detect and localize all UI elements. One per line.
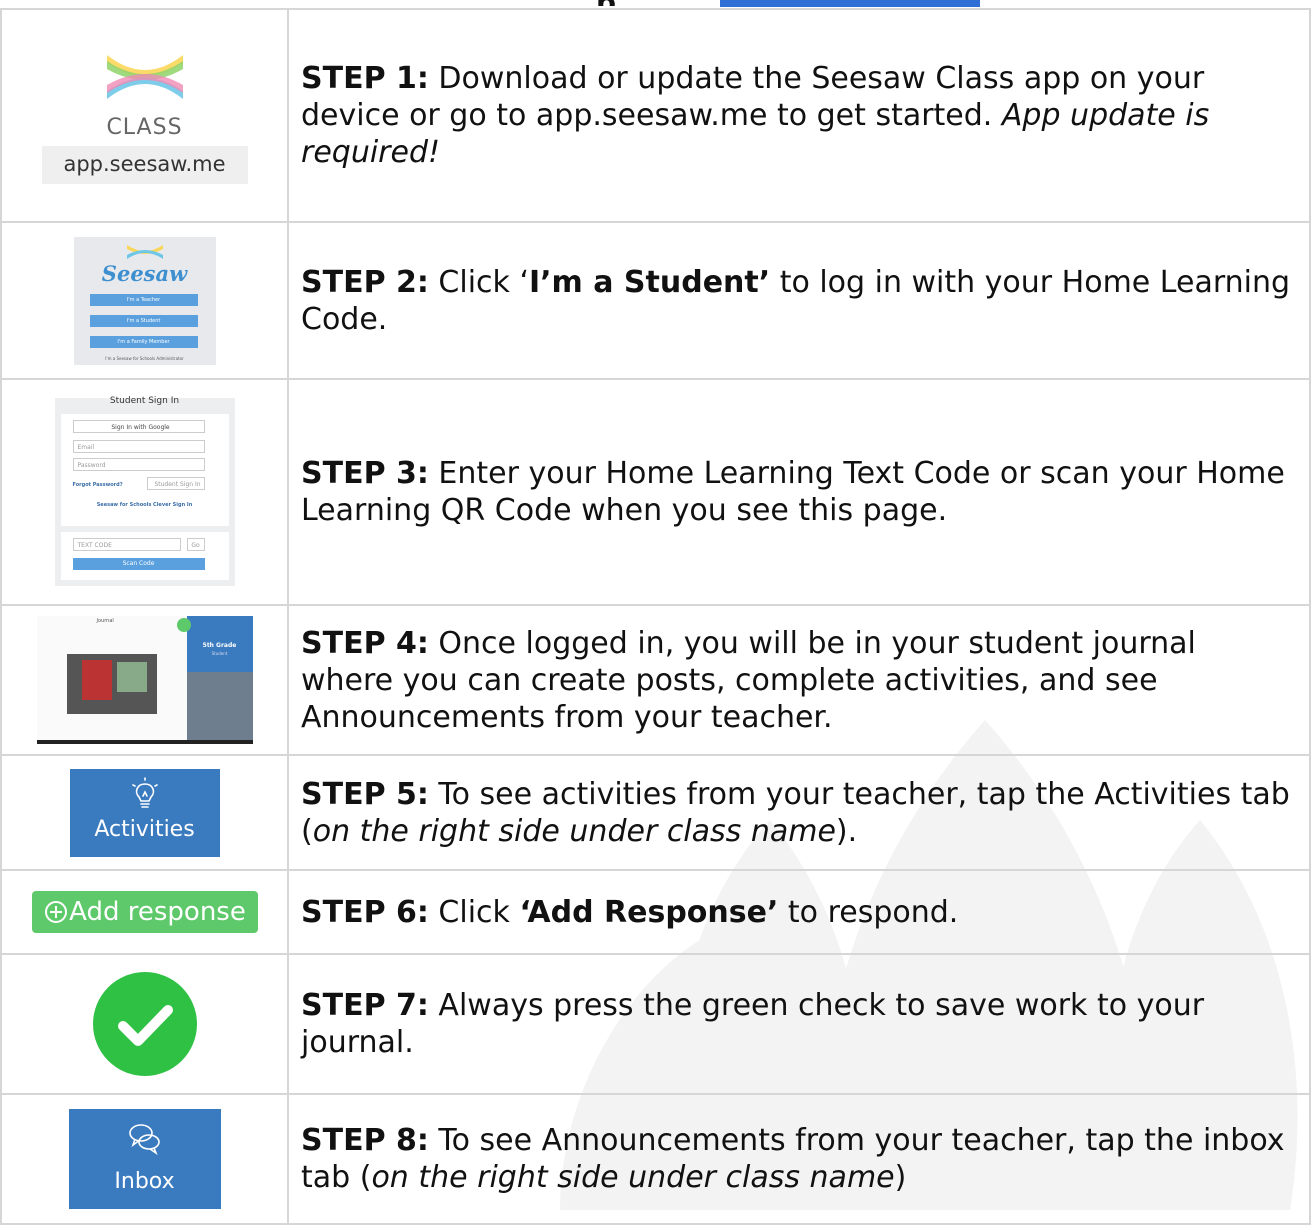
seesaw-class-logo: CLASS app.seesaw.me — [41, 47, 248, 184]
signin-title: Student Sign In — [109, 396, 180, 406]
header-title-fragment: p — [596, 0, 616, 6]
header-link-underline — [720, 0, 980, 7]
step-1-image-cell: CLASS app.seesaw.me — [0, 8, 289, 223]
step-row-5: Activities STEP 5: To see activities fro… — [0, 754, 1311, 871]
step-8-italic: on the right side under class name — [371, 1160, 895, 1195]
step-4-image-cell: Journal 5th Grade Student — [0, 604, 289, 756]
text-code-field[interactable]: TEXT CODE — [72, 538, 181, 551]
step-2-bold: I’m a Student’ — [528, 264, 771, 300]
app-url-label: app.seesaw.me — [41, 146, 248, 184]
lightbulb-icon — [131, 776, 158, 808]
step-row-8: Inbox STEP 8: To see Announcements from … — [0, 1093, 1311, 1225]
step-6-after: to respond. — [778, 894, 959, 930]
step-4-text: STEP 4: Once logged in, you will be in y… — [287, 604, 1311, 756]
green-check-icon — [117, 1005, 173, 1046]
class-name: 5th Grade — [202, 642, 237, 649]
scan-code-button[interactable]: Scan Code — [72, 558, 205, 570]
add-response-button[interactable]: Add response — [31, 891, 258, 933]
inbox-label: Inbox — [114, 1169, 175, 1194]
step-5-italic: on the right side under class name — [312, 813, 836, 849]
step-7-text: STEP 7: Always press the green check to … — [287, 953, 1311, 1095]
plus-circle-icon — [44, 901, 67, 923]
step-row-2: Seesaw I'm a Teacher I'm a Student I'm a… — [0, 221, 1311, 380]
step-row-6: Add response STEP 6: Click ‘Add Response… — [0, 869, 1311, 955]
teacher-button[interactable]: I'm a Teacher — [89, 293, 198, 306]
step-label: STEP 5: — [301, 776, 429, 812]
step-6-image-cell: Add response — [0, 869, 289, 955]
step-label: STEP 3: — [301, 456, 429, 491]
step-2-before: Click ‘ — [438, 264, 529, 300]
step-5-after: ). — [835, 813, 858, 849]
seesaw-brand: Seesaw — [101, 260, 188, 286]
student-signin-button[interactable]: Student Sign In — [146, 477, 205, 490]
step-row-3: Student Sign In Sign In with Google Emai… — [0, 378, 1311, 606]
inbox-tab[interactable]: Inbox — [68, 1109, 221, 1209]
step-row-1: CLASS app.seesaw.me STEP 1: Download or … — [0, 8, 1311, 223]
step-6-bold: ‘Add Response’ — [519, 894, 779, 930]
step-label: STEP 2: — [301, 264, 429, 300]
step-1-text: STEP 1: Download or update the Seesaw Cl… — [287, 8, 1311, 223]
step-2-image-cell: Seesaw I'm a Teacher I'm a Student I'm a… — [0, 221, 289, 380]
google-signin-button[interactable]: Sign In with Google — [72, 420, 205, 433]
step-label: STEP 7: — [301, 988, 429, 1023]
step-8-image-cell: Inbox — [0, 1093, 289, 1225]
step-6-before: Click — [438, 894, 520, 930]
step-label: STEP 6: — [301, 894, 429, 930]
step-6-text: STEP 6: Click ‘Add Response’ to respond. — [287, 869, 1311, 955]
password-field[interactable]: Password — [72, 458, 205, 471]
step-label: STEP 1: — [301, 61, 429, 96]
clever-signin-link[interactable]: Seesaw for Schools Clever Sign In — [55, 502, 235, 508]
family-button[interactable]: I'm a Family Member — [89, 335, 198, 348]
journal-post-photo — [81, 660, 112, 700]
student-button[interactable]: I'm a Student — [89, 314, 198, 327]
step-4-body: Once logged in, you will be in your stud… — [301, 625, 1196, 735]
student-signin-screenshot: Student Sign In Sign In with Google Emai… — [54, 396, 235, 586]
step-label: STEP 4: — [301, 625, 429, 661]
journal-post-photo — [116, 662, 147, 692]
step-3-image-cell: Student Sign In Sign In with Google Emai… — [0, 378, 289, 606]
class-role: Student — [211, 651, 228, 656]
step-3-text: STEP 3: Enter your Home Learning Text Co… — [287, 378, 1311, 606]
activities-label: Activities — [94, 816, 195, 842]
journal-title: Journal — [96, 618, 114, 624]
chat-bubbles-icon — [128, 1124, 160, 1155]
forgot-password-link[interactable]: Forgot Password? — [73, 482, 123, 488]
admin-link[interactable]: I'm a Seesaw for Schools Administrator — [74, 356, 216, 361]
step-5-text: STEP 5: To see activities from your teac… — [287, 754, 1311, 871]
step-row-4: Journal 5th Grade Student STEP 4: Once l… — [0, 604, 1311, 756]
step-row-7: STEP 7: Always press the green check to … — [0, 953, 1311, 1095]
step-8-text: STEP 8: To see Announcements from your t… — [287, 1093, 1311, 1225]
step-8-after: ) — [894, 1160, 907, 1195]
green-check-button[interactable] — [92, 972, 197, 1076]
seesaw-logo-icon — [106, 55, 183, 99]
go-button[interactable]: Go — [186, 538, 205, 551]
add-post-button[interactable] — [176, 618, 191, 632]
student-journal-screenshot: Journal 5th Grade Student — [36, 616, 253, 744]
class-caption: CLASS — [106, 115, 183, 140]
seesaw-login-screenshot: Seesaw I'm a Teacher I'm a Student I'm a… — [73, 236, 216, 365]
step-7-body: Always press the green check to save wor… — [301, 988, 1205, 1060]
step-5-image-cell: Activities — [0, 754, 289, 871]
seesaw-logo-icon — [126, 244, 163, 259]
step-2-text: STEP 2: Click ‘I’m a Student’ to log in … — [287, 221, 1311, 380]
step-7-image-cell — [0, 953, 289, 1095]
journal-bottom-bar — [36, 740, 253, 744]
step-label: STEP 8: — [301, 1123, 429, 1158]
steps-table: CLASS app.seesaw.me STEP 1: Download or … — [0, 8, 1311, 1225]
email-field[interactable]: Email — [72, 440, 205, 453]
activities-tab[interactable]: Activities — [69, 768, 220, 857]
step-3-body: Enter your Home Learning Text Code or sc… — [301, 456, 1285, 528]
add-response-label: Add response — [69, 897, 246, 927]
